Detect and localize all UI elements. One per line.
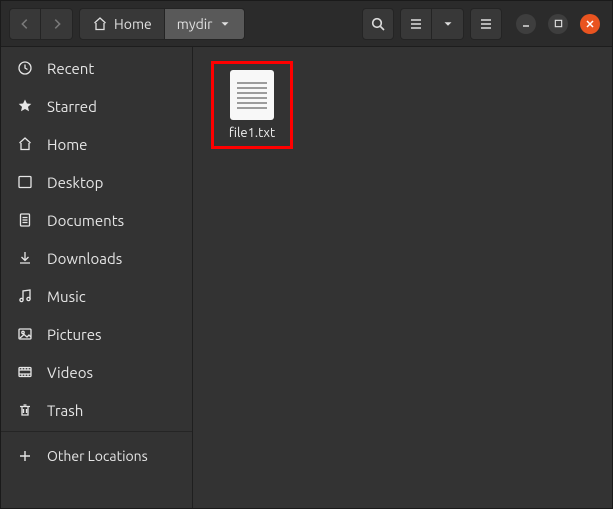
home-icon — [17, 136, 33, 152]
header-bar: Home mydir — [1, 1, 612, 47]
sidebar-item-starred[interactable]: Starred — [1, 87, 192, 125]
sidebar-item-downloads[interactable]: Downloads — [1, 239, 192, 277]
sidebar-item-label: Home — [47, 136, 87, 153]
desktop-icon — [17, 174, 33, 190]
sidebar-item-label: Other Locations — [47, 448, 148, 464]
sidebar-item-label: Pictures — [47, 326, 102, 343]
documents-icon — [17, 212, 33, 228]
list-icon — [408, 16, 424, 32]
path-current-label: mydir — [177, 16, 213, 32]
path-segment-current[interactable]: mydir — [164, 9, 245, 39]
sidebar-item-pictures[interactable]: Pictures — [1, 315, 192, 353]
text-file-icon — [230, 70, 274, 120]
sidebar-item-home[interactable]: Home — [1, 125, 192, 163]
downloads-icon — [17, 250, 33, 266]
sidebar-item-label: Starred — [47, 98, 97, 115]
hamburger-icon — [478, 16, 494, 32]
back-button[interactable] — [9, 8, 41, 40]
sidebar-item-music[interactable]: Music — [1, 277, 192, 315]
minimize-icon — [521, 19, 531, 29]
sidebar-item-recent[interactable]: Recent — [1, 49, 192, 87]
sidebar-item-trash[interactable]: Trash — [1, 391, 192, 429]
list-view-button[interactable] — [400, 8, 432, 40]
chevron-right-icon — [50, 17, 64, 31]
sidebar-item-documents[interactable]: Documents — [1, 201, 192, 239]
sidebar-item-desktop[interactable]: Desktop — [1, 163, 192, 201]
videos-icon — [17, 364, 33, 380]
path-bar: Home mydir — [79, 8, 245, 40]
path-home-label: Home — [114, 16, 152, 32]
search-button[interactable] — [362, 8, 394, 40]
file-item[interactable]: file1.txt — [211, 61, 293, 149]
home-icon — [92, 16, 108, 32]
sidebar-item-label: Downloads — [47, 250, 122, 267]
music-icon — [17, 288, 33, 304]
chevron-left-icon — [18, 17, 32, 31]
sidebar: Recent Starred Home Desktop Documents Do — [1, 47, 193, 508]
file-manager-window: Home mydir — [0, 0, 613, 509]
star-icon — [17, 98, 33, 114]
clock-icon — [17, 60, 33, 76]
content-pane[interactable]: file1.txt — [193, 47, 612, 508]
view-options-button[interactable] — [432, 8, 464, 40]
plus-icon — [17, 448, 33, 464]
sidebar-item-label: Trash — [47, 402, 83, 419]
pictures-icon — [17, 326, 33, 342]
maximize-icon — [554, 19, 563, 28]
nav-buttons — [9, 8, 73, 40]
sidebar-item-videos[interactable]: Videos — [1, 353, 192, 391]
minimize-button[interactable] — [516, 14, 536, 34]
sidebar-separator — [1, 431, 192, 432]
view-switcher — [400, 8, 464, 40]
sidebar-item-label: Desktop — [47, 174, 103, 191]
chevron-down-icon — [441, 17, 455, 31]
sidebar-item-label: Videos — [47, 364, 93, 381]
close-button[interactable] — [580, 14, 600, 34]
file-name-label: file1.txt — [229, 126, 275, 140]
window-controls — [516, 14, 600, 34]
sidebar-other-locations[interactable]: Other Locations — [1, 434, 192, 478]
forward-button[interactable] — [41, 8, 73, 40]
trash-icon — [17, 402, 33, 418]
search-icon — [370, 16, 386, 32]
sidebar-item-label: Music — [47, 288, 86, 305]
sidebar-item-label: Documents — [47, 212, 124, 229]
path-segment-home[interactable]: Home — [80, 9, 164, 39]
main-area: Recent Starred Home Desktop Documents Do — [1, 47, 612, 508]
chevron-down-icon — [218, 17, 232, 31]
maximize-button[interactable] — [548, 14, 568, 34]
sidebar-item-label: Recent — [47, 60, 94, 77]
close-icon — [585, 19, 595, 29]
hamburger-menu-button[interactable] — [470, 8, 502, 40]
